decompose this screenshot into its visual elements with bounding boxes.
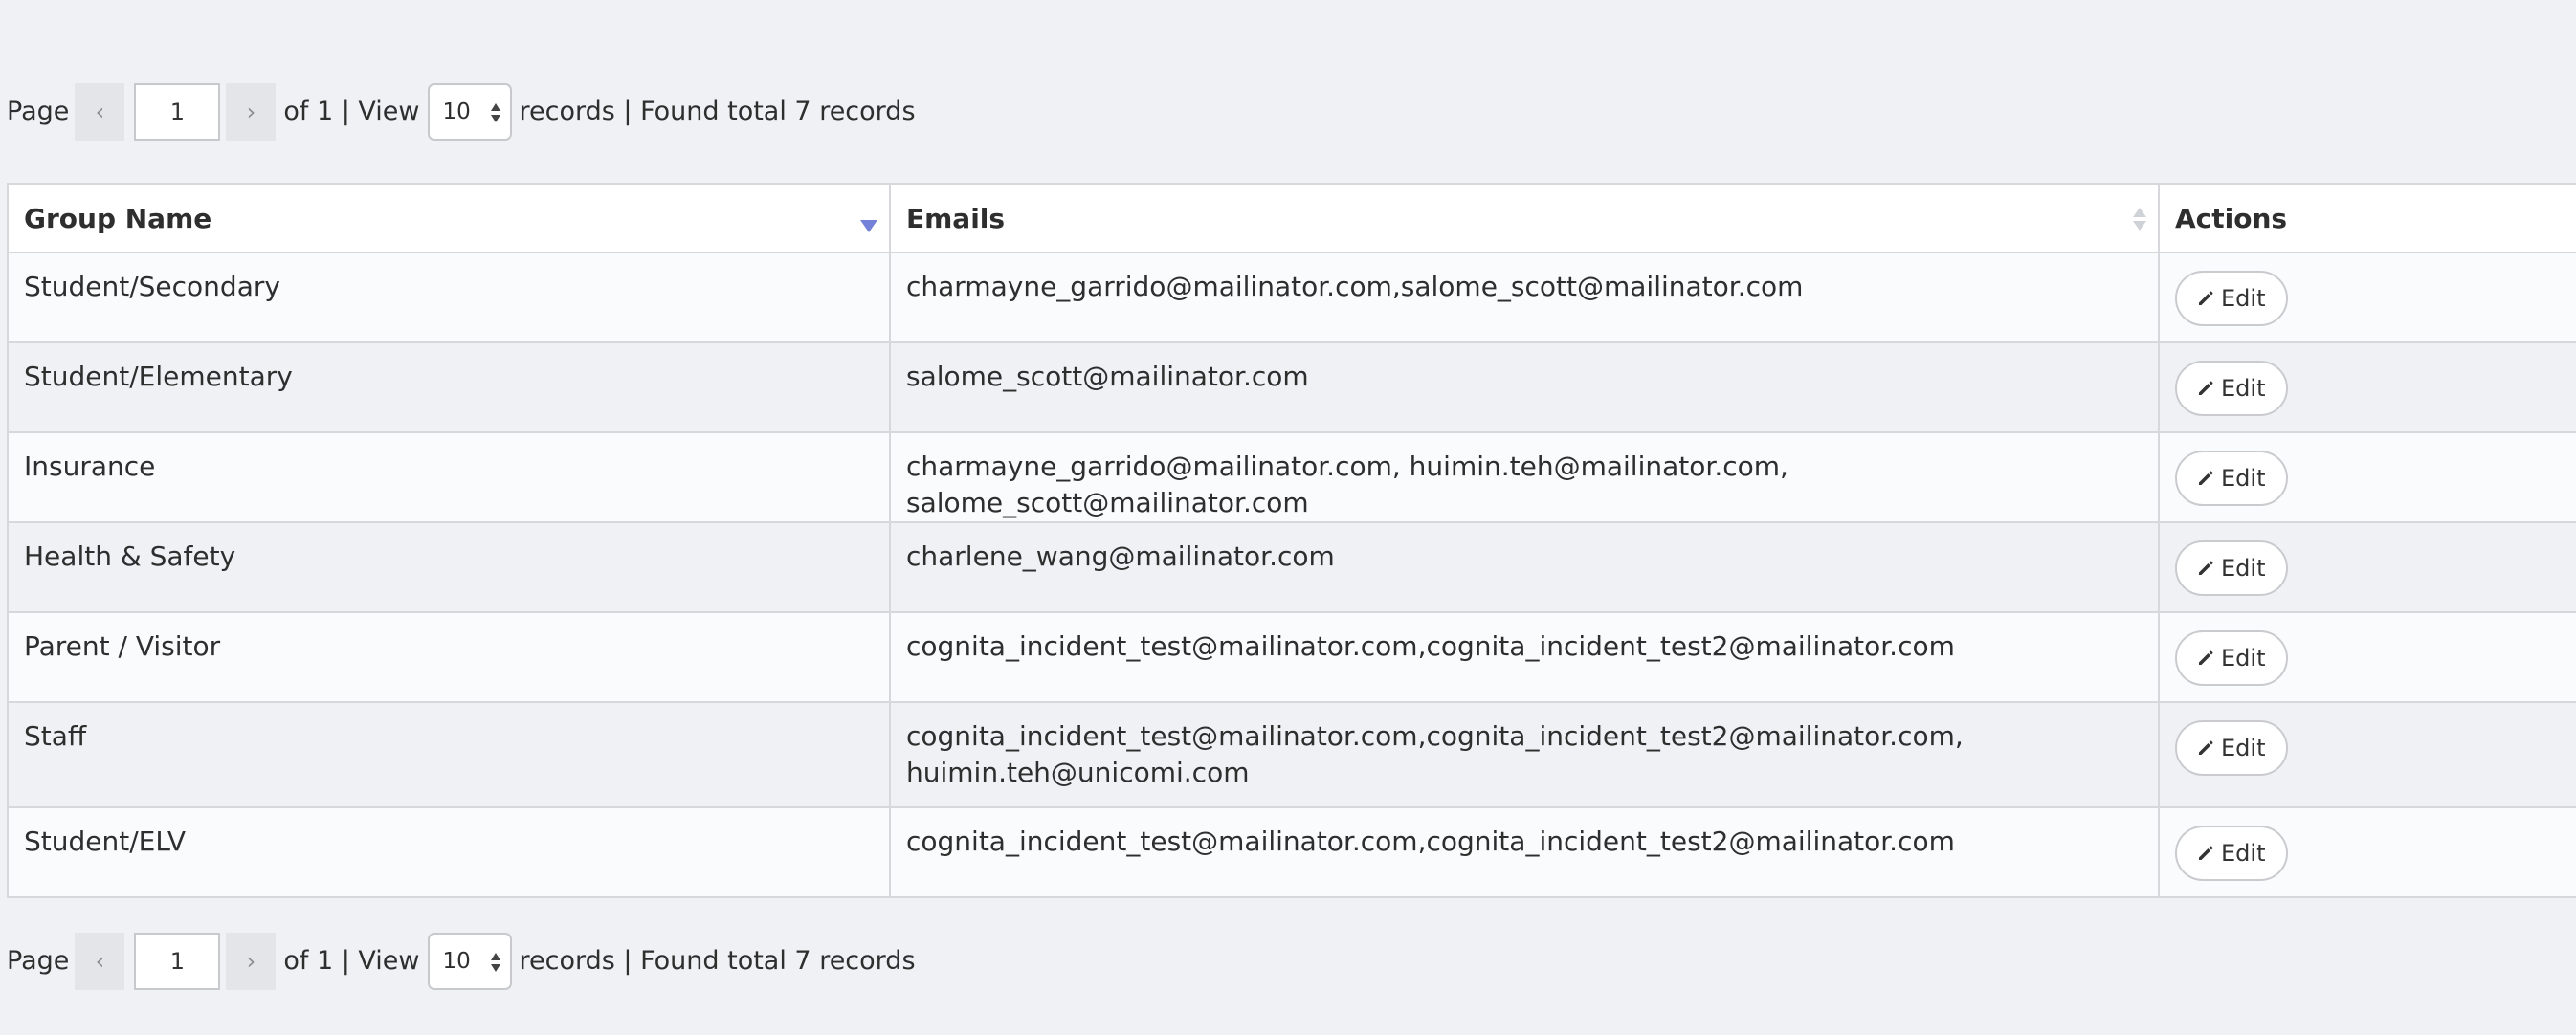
emails-line: cognita_incident_test@mailinator.com,cog… (906, 720, 1964, 752)
actions-cell: Edit (2158, 701, 2576, 808)
group-name-cell: Student/Secondary (7, 252, 891, 343)
group-name-cell: Health & Safety (7, 521, 891, 613)
page-count-label: of 1 | View (283, 97, 420, 126)
emails-cell: cognita_incident_test@mailinator.com,cog… (889, 611, 2160, 703)
edit-button[interactable]: Edit (2175, 720, 2289, 776)
table-row: Health & Safety charlene_wang@mailinator… (7, 521, 2576, 613)
pencil-icon (2199, 561, 2213, 575)
page-number-input[interactable] (134, 933, 221, 990)
pencil-icon (2199, 740, 2213, 755)
table-row: Student/Elementary salome_scott@mailinat… (7, 341, 2576, 433)
groups-table: Group Name Emails Actions Student/Second… (7, 183, 2576, 898)
page-size-select[interactable]: 10 (427, 933, 512, 990)
page-label: Page (7, 97, 70, 126)
page-label: Page (7, 946, 70, 976)
edit-button[interactable]: Edit (2175, 540, 2289, 596)
column-header-group-name[interactable]: Group Name (7, 183, 891, 253)
pagination-bottom: Page ‹ › of 1 | View 10 records | Found … (7, 932, 916, 991)
page-number-input[interactable] (134, 83, 221, 141)
select-arrows-icon (490, 101, 500, 126)
edit-button[interactable]: Edit (2175, 451, 2289, 506)
page-size-value: 10 (442, 99, 471, 124)
chevron-left-icon: ‹ (95, 948, 105, 975)
column-header-actions: Actions (2158, 183, 2576, 253)
previous-page-button[interactable]: ‹ (75, 933, 125, 990)
actions-cell: Edit (2158, 611, 2576, 703)
actions-cell: Edit (2158, 806, 2576, 898)
sort-desc-icon (860, 220, 877, 232)
table-row: Staff cognita_incident_test@mailinator.c… (7, 701, 2576, 808)
pencil-icon (2199, 846, 2213, 860)
actions-cell: Edit (2158, 341, 2576, 433)
column-header-emails[interactable]: Emails (889, 183, 2160, 253)
emails-line: huimin.teh@unicomi.com (906, 757, 1250, 788)
chevron-right-icon: › (246, 948, 256, 975)
edit-button[interactable]: Edit (2175, 361, 2289, 416)
pagination-top: Page ‹ › of 1 | View 10 records | Found … (7, 82, 916, 142)
pencil-icon (2199, 471, 2213, 485)
previous-page-button[interactable]: ‹ (75, 83, 125, 141)
emails-cell: salome_scott@mailinator.com (889, 341, 2160, 433)
emails-cell: charmayne_garrido@mailinator.com, huimin… (889, 431, 2160, 523)
table-row: Insurance charmayne_garrido@mailinator.c… (7, 431, 2576, 523)
emails-cell: cognita_incident_test@mailinator.com,cog… (889, 806, 2160, 898)
page-size-value: 10 (442, 949, 471, 974)
group-name-cell: Student/Elementary (7, 341, 891, 433)
sort-icon (2133, 206, 2146, 234)
table-row: Student/ELV cognita_incident_test@mailin… (7, 806, 2576, 898)
actions-cell: Edit (2158, 431, 2576, 523)
next-page-button[interactable]: › (226, 83, 277, 141)
actions-cell: Edit (2158, 252, 2576, 343)
pencil-icon (2199, 381, 2213, 395)
edit-button[interactable]: Edit (2175, 271, 2289, 326)
group-name-cell: Parent / Visitor (7, 611, 891, 703)
pencil-icon (2199, 650, 2213, 665)
table-header-row: Group Name Emails Actions (7, 183, 2576, 253)
table-row: Parent / Visitor cognita_incident_test@m… (7, 611, 2576, 703)
select-arrows-icon (490, 951, 500, 976)
actions-cell: Edit (2158, 521, 2576, 613)
group-name-cell: Student/ELV (7, 806, 891, 898)
emails-cell: charmayne_garrido@mailinator.com,salome_… (889, 252, 2160, 343)
next-page-button[interactable]: › (226, 933, 277, 990)
chevron-left-icon: ‹ (95, 99, 105, 125)
chevron-right-icon: › (246, 99, 256, 125)
pencil-icon (2199, 291, 2213, 305)
page-size-select[interactable]: 10 (427, 83, 512, 141)
edit-button[interactable]: Edit (2175, 826, 2289, 881)
records-label: records | Found total 7 records (519, 97, 916, 126)
group-name-cell: Insurance (7, 431, 891, 523)
emails-cell: charlene_wang@mailinator.com (889, 521, 2160, 613)
emails-cell: cognita_incident_test@mailinator.com,cog… (889, 701, 2160, 808)
records-label: records | Found total 7 records (519, 946, 916, 976)
page-count-label: of 1 | View (283, 946, 420, 976)
edit-button[interactable]: Edit (2175, 630, 2289, 686)
table-row: Student/Secondary charmayne_garrido@mail… (7, 252, 2576, 343)
group-name-cell: Staff (7, 701, 891, 808)
